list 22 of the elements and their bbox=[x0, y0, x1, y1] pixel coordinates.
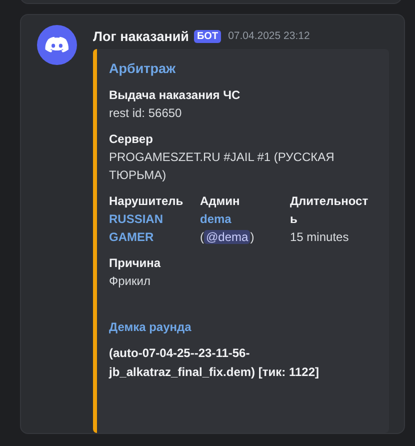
field-name: Сервер bbox=[109, 131, 154, 148]
section-title[interactable]: Демка раунда bbox=[109, 320, 379, 334]
user-name[interactable]: dema bbox=[200, 210, 290, 228]
field-value: rest id: 56650 bbox=[109, 105, 183, 122]
field-name: Нарушитель bbox=[109, 193, 184, 210]
field-name: Длительность bbox=[290, 193, 370, 228]
bot-avatar-icon[interactable] bbox=[37, 25, 77, 65]
timestamp: 07.04.2025 23:12 bbox=[228, 30, 310, 42]
field-name: Админ bbox=[200, 193, 241, 210]
author-name[interactable]: Лог наказаний bbox=[93, 28, 189, 44]
user-mention[interactable]: @dema bbox=[204, 230, 250, 244]
bot-badge: БОТ bbox=[194, 30, 222, 42]
user-name[interactable]: RUSSIAN GAMER bbox=[109, 210, 200, 246]
embed-title[interactable]: Арбитраж bbox=[109, 61, 379, 76]
field-name: Выдача наказания ЧС bbox=[109, 87, 242, 104]
paren-text: ( bbox=[200, 230, 204, 244]
section-value: (auto-07-04-25--23-11-56-jb_alkatraz_final_fix.dem) [тик: 1122] bbox=[109, 345, 320, 381]
field-value: PROGAMESZET.RU #JAIL #1 (РУССКАЯ ТЮРЬМА) bbox=[109, 149, 336, 184]
field-value: Фрикил bbox=[109, 273, 152, 290]
paren-text: ) bbox=[250, 230, 254, 244]
field-name: Причина bbox=[109, 255, 162, 272]
field-value: 15 minutes bbox=[290, 229, 350, 246]
